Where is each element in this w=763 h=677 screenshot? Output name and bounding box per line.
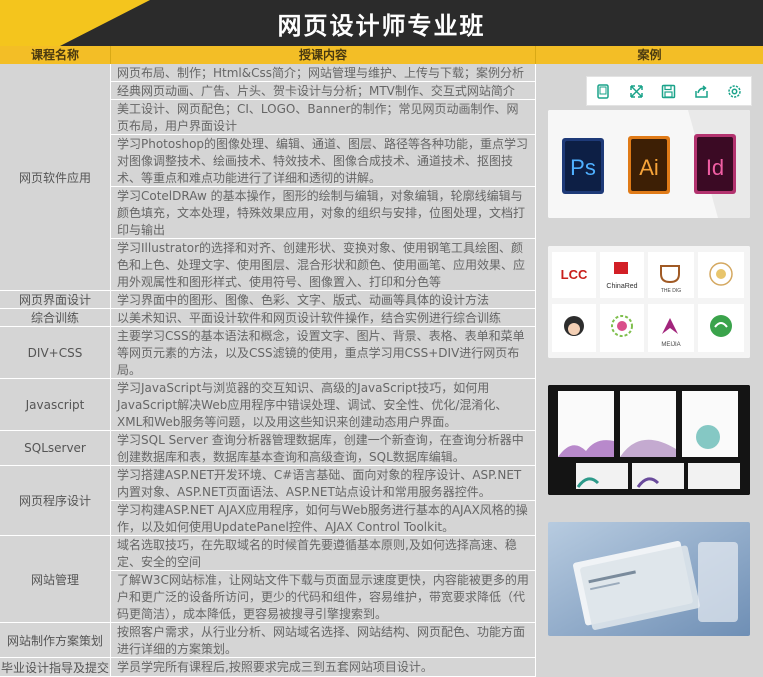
id-label: Id — [706, 155, 724, 180]
logo-meijia: MEIJIA — [661, 342, 680, 348]
logo-the-dig: THE DIG — [661, 288, 681, 294]
course-content: 学习构建ASP.NET AJAX应用程序，如何与Web服务进行基本的AJAX风格… — [111, 501, 536, 536]
page-banner: 网页设计师专业班 — [0, 0, 763, 46]
ai-label: Ai — [639, 155, 659, 180]
share-icon[interactable] — [693, 82, 711, 100]
header-case: 案例 — [536, 46, 763, 64]
save-icon[interactable] — [660, 82, 678, 100]
course-content: 按照客户需求，从行业分析、网站域名选择、网站结构、网页配色、功能方面进行详细的方… — [111, 623, 536, 658]
course-name-web-software: 网页软件应用 — [0, 64, 111, 291]
course-content: 域名选取技巧，在先取域名的时候首先要遵循基本原则,及如何选择高速、稳定、安全的空… — [111, 536, 536, 571]
illustrator-logo: Ai — [628, 136, 670, 194]
course-name-sqlserver: SQLserver — [0, 431, 111, 466]
logo-chinared: ChinaRed — [606, 283, 637, 290]
case-image-business-card — [548, 522, 750, 636]
course-name-web-programming: 网页程序设计 — [0, 466, 111, 536]
course-content: 主要学习CSS的基本语法和概念，设置文字、图片、背景、表格、表单和菜单等网页元素… — [111, 327, 536, 379]
logo-grid-row-1: LCC ChinaRed THE DIG — [552, 252, 744, 298]
course-content: 了解W3C网站标准，让网站文件下载与页面显示速度更快，内容能被更多的用户和更广泛… — [111, 571, 536, 623]
case-image-adobe: Ps Ai Id — [548, 110, 750, 218]
course-content: 美工设计、网页配色；CI、LOGO、Banner的制作；常见网页动画制作、网页布… — [111, 100, 536, 135]
course-content: 经典网页动画、广告、片头、贺卡设计与分析；MTV制作、交互式网站简介 — [111, 82, 536, 100]
course-name-ui-design: 网页界面设计 — [0, 291, 111, 309]
course-content: 学习搭建ASP.NET开发环境、C#语言基础、面向对象的程序设计、ASP.NET… — [111, 466, 536, 501]
course-content: 学习界面中的图形、图像、色彩、文字、版式、动画等具体的设计方法 — [111, 291, 536, 309]
course-name-training: 综合训练 — [0, 309, 111, 327]
course-name-site-management: 网站管理 — [0, 536, 111, 623]
ps-label: Ps — [570, 155, 596, 180]
logo-grid-row-2: MEIJIA — [552, 304, 744, 352]
image-toolbar — [586, 76, 752, 106]
phone-icon[interactable] — [594, 82, 612, 100]
course-content: 学习CotelDRAw 的基本操作，图形的绘制与编辑，对象编辑，轮廓线编辑与颜色… — [111, 187, 536, 239]
course-content: 以美术知识、平面设计软件和网页设计软件操作，结合实例进行综合训练 — [111, 309, 536, 327]
case-image-book-design — [548, 385, 750, 495]
course-name-div-css: DIV+CSS — [0, 327, 111, 379]
course-content: 网页布局、制作；Html&Css简介；网站管理与维护、上传与下载；案例分析 — [111, 64, 536, 82]
course-content: 学员学完所有课程后,按照要求完成三到五套网站项目设计。 — [111, 658, 536, 677]
case-image-logos: LCC ChinaRed THE DIG MEIJIA — [548, 246, 750, 358]
logo-lcc: LCC — [561, 267, 588, 282]
indesign-logo: Id — [694, 134, 736, 194]
course-name-graduation: 毕业设计指导及提交 — [0, 658, 111, 677]
course-name-planning: 网站制作方案策划 — [0, 623, 111, 658]
course-content: 学习Photoshop的图像处理、编辑、通道、图层、路径等各种功能，重点学习对图… — [111, 135, 536, 187]
header-course-name: 课程名称 — [0, 46, 111, 64]
photoshop-logo: Ps — [562, 138, 604, 194]
course-content: 学习SQL Server 查询分析器管理数据库，创建一个新查询，在查询分析器中创… — [111, 431, 536, 466]
course-content: 学习JavaScript与浏览器的交互知识、高级的JavaScript技巧，如何… — [111, 379, 536, 431]
header-course-content: 授课内容 — [111, 46, 536, 64]
course-name-javascript: Javascript — [0, 379, 111, 431]
course-content: 学习Illustrator的选择和对齐、创建形状、变换对象、使用钢笔工具绘图、颜… — [111, 239, 536, 291]
expand-icon[interactable] — [627, 82, 645, 100]
settings-icon[interactable] — [726, 82, 744, 100]
page-title: 网页设计师专业班 — [277, 12, 486, 40]
